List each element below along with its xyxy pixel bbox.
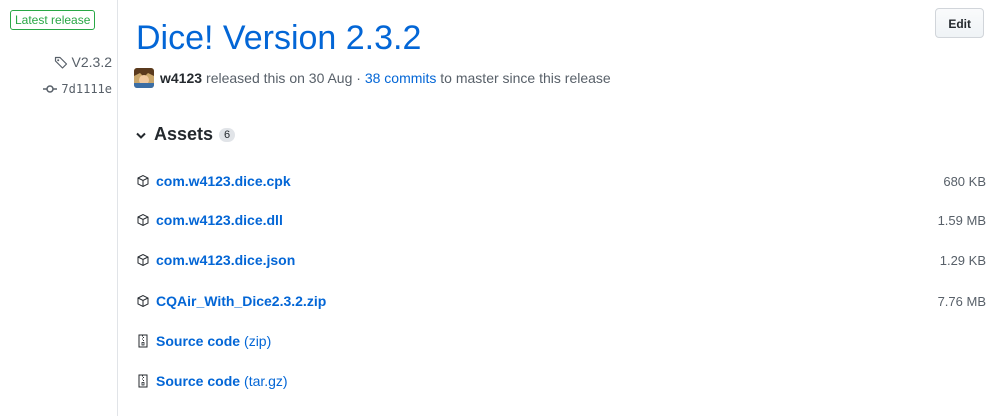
- source-code-targz-row[interactable]: Source code (tar.gz): [136, 370, 986, 392]
- asset-size: 7.76 MB: [937, 293, 986, 309]
- package-icon: [137, 213, 149, 227]
- package-icon: [137, 294, 149, 308]
- asset-name[interactable]: com.w4123.dice.dll: [156, 212, 283, 228]
- asset-row[interactable]: com.w4123.dice.cpk 680 KB: [136, 170, 986, 192]
- commits-suffix: to master since this release: [440, 70, 611, 86]
- release-meta: w4123 released this on 30 Aug · 38 commi…: [134, 68, 611, 88]
- asset-size: 1.59 MB: [937, 212, 986, 228]
- assets-toggle[interactable]: Assets 6: [136, 124, 236, 145]
- release-title[interactable]: Dice! Version 2.3.2: [136, 14, 421, 62]
- edit-button[interactable]: Edit: [935, 8, 984, 38]
- avatar[interactable]: [134, 68, 154, 88]
- chevron-down-icon: [136, 127, 146, 143]
- source-code-format[interactable]: (tar.gz): [244, 373, 288, 389]
- package-icon: [137, 253, 149, 267]
- tag-icon: [54, 56, 67, 69]
- tag-label: V2.3.2: [71, 54, 112, 70]
- release-sidebar: Latest release V2.3.2 7d1111e: [0, 0, 117, 416]
- release-date-text: released this on 30 Aug ·: [206, 70, 361, 86]
- latest-release-badge: Latest release: [10, 10, 96, 30]
- asset-name[interactable]: com.w4123.dice.cpk: [156, 173, 291, 189]
- asset-size: 1.29 KB: [939, 252, 986, 268]
- commits-link[interactable]: 38 commits: [365, 68, 437, 88]
- commit-link[interactable]: 7d1111e: [0, 82, 112, 96]
- file-zip-icon: [138, 334, 148, 348]
- asset-row[interactable]: com.w4123.dice.dll 1.59 MB: [136, 209, 986, 231]
- commit-sha: 7d1111e: [61, 82, 112, 96]
- asset-name[interactable]: CQAir_With_Dice2.3.2.zip: [156, 293, 326, 309]
- source-code-format[interactable]: (zip): [244, 333, 271, 349]
- release-author[interactable]: w4123: [160, 68, 202, 88]
- asset-name[interactable]: com.w4123.dice.json: [156, 252, 295, 268]
- asset-row[interactable]: com.w4123.dice.json 1.29 KB: [136, 249, 986, 271]
- assets-count: 6: [219, 127, 236, 142]
- source-code-label[interactable]: Source code: [156, 373, 240, 389]
- asset-size: 680 KB: [943, 173, 986, 189]
- git-commit-icon: [43, 85, 58, 93]
- asset-row[interactable]: CQAir_With_Dice2.3.2.zip 7.76 MB: [136, 290, 986, 312]
- tag-link[interactable]: V2.3.2: [0, 54, 112, 70]
- assets-label: Assets: [154, 124, 214, 144]
- source-code-zip-row[interactable]: Source code (zip): [136, 330, 986, 352]
- source-code-label[interactable]: Source code: [156, 333, 240, 349]
- file-zip-icon: [138, 374, 148, 388]
- package-icon: [137, 174, 149, 188]
- sidebar-divider: [117, 0, 118, 416]
